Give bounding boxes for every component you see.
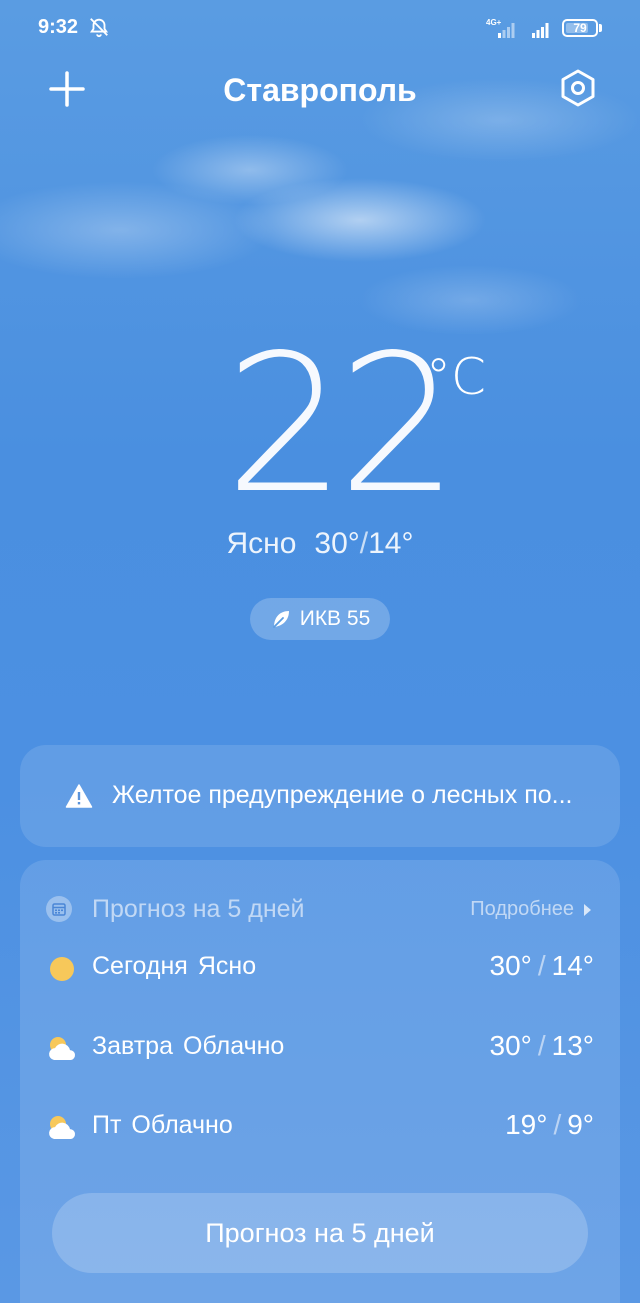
- high-low-separator: /: [359, 527, 369, 560]
- forecast-row-today[interactable]: Сегодня Ясно 30°/14°: [20, 938, 620, 998]
- forecast-condition: Облачно: [183, 1032, 285, 1060]
- forecast-row-tomorrow[interactable]: Завтра Облачно 30°/13°: [20, 1018, 620, 1078]
- network-label: 4G+: [486, 18, 502, 27]
- forecast-card: Прогноз на 5 дней Подробнее Сегодня Ясно …: [20, 860, 620, 1303]
- forecast-low: 9°: [567, 1109, 594, 1140]
- signal-4g-icon: 4G+: [486, 18, 515, 38]
- alarm-off-icon: [89, 18, 109, 38]
- status-time: 9:32: [38, 16, 79, 38]
- warning-card[interactable]: Желтое предупреждение о лесных по...: [20, 745, 620, 847]
- warning-icon: [65, 784, 93, 808]
- forecast-row-friday[interactable]: Пт Облачно 19°/9°: [20, 1097, 620, 1157]
- city-title: Ставрополь: [223, 72, 417, 108]
- forecast-separator: /: [553, 1109, 562, 1140]
- current-condition-line: Ясно 30°/14°: [0, 527, 640, 561]
- warning-text: Желтое предупреждение о лесных по...: [112, 781, 573, 809]
- forecast-day: Сегодня: [92, 952, 188, 980]
- aqi-badge[interactable]: ИКВ 55: [250, 598, 390, 640]
- settings-icon[interactable]: [558, 68, 598, 108]
- forecast-separator: /: [537, 950, 546, 981]
- signal-icon: [532, 23, 549, 38]
- forecast-low: 13°: [551, 1030, 594, 1061]
- chevron-right-icon: [584, 903, 591, 916]
- temperature-unit: °C: [426, 348, 486, 406]
- partly-cloudy-icon: [49, 1116, 76, 1139]
- forecast-high: 30°: [489, 1030, 532, 1061]
- more-label: Подробнее: [470, 898, 574, 920]
- forecast-day: Пт: [92, 1111, 122, 1139]
- status-bar: 9:32 4G+ 79: [0, 0, 640, 60]
- forecast-high: 19°: [505, 1109, 548, 1140]
- forecast-condition: Облачно: [131, 1111, 233, 1139]
- partly-cloudy-icon: [49, 1037, 76, 1060]
- leaf-icon: [272, 611, 289, 628]
- forecast-separator: /: [537, 1030, 546, 1061]
- forecast-title: Прогноз на 5 дней: [92, 895, 305, 923]
- forecast-day: Завтра: [92, 1032, 173, 1060]
- forecast-more-link[interactable]: Подробнее: [470, 898, 592, 921]
- forecast-condition: Ясно: [197, 952, 257, 980]
- forecast-high: 30°: [489, 950, 532, 981]
- aqi-label: ИКВ 55: [299, 607, 371, 630]
- battery-indicator: 79: [562, 19, 598, 37]
- forecast-low: 14°: [551, 950, 594, 981]
- sun-icon: [50, 957, 74, 981]
- status-icons: 4G+ 79: [486, 16, 602, 40]
- calendar-icon: [46, 896, 72, 922]
- current-condition: Ясно: [226, 527, 297, 560]
- five-day-forecast-button[interactable]: Прогноз на 5 дней: [52, 1193, 588, 1273]
- battery-level: 79: [573, 21, 587, 35]
- current-low: 14°: [368, 527, 414, 560]
- current-high: 30°: [314, 527, 360, 560]
- current-temperature: 22: [225, 314, 459, 535]
